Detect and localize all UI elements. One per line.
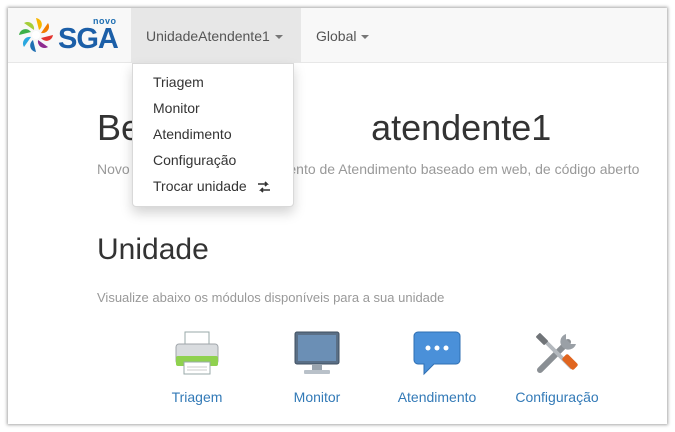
nav-global-dropdown[interactable]: Global [301,8,401,62]
module-triagem[interactable]: Triagem [142,328,252,405]
main-content: Be atendente1 Novo iamento de Atendiment… [8,63,667,424]
module-label: Atendimento [397,389,477,405]
module-label: Triagem [171,389,223,405]
nav-unidade-label: UnidadeAtendente1 [146,28,270,44]
menu-item-monitor[interactable]: Monitor [153,100,200,116]
sunburst-logo-icon [19,18,53,52]
module-atendimento[interactable]: Atendimento [382,328,492,405]
nav-global-label: Global [316,28,357,44]
menu-item-trocar-unidade[interactable]: Trocar unidade [153,178,271,194]
section-title: Unidade [97,233,209,266]
module-label: Monitor [293,389,341,405]
tools-icon [536,333,578,373]
menu-item-configuracao[interactable]: Configuração [153,152,236,168]
menu-item-label: Trocar unidade [153,178,247,194]
browser-window: novo SGA UnidadeAtendente1 Global Be ate… [8,8,667,424]
swap-icon [257,181,270,193]
app-logo[interactable]: novo SGA [18,14,128,56]
unidade-dropdown-menu: Triagem Monitor Atendimento Configuração… [132,63,294,207]
chat-bubble-icon [413,331,461,376]
module-monitor[interactable]: Monitor [262,328,372,405]
menu-item-triagem[interactable]: Triagem [153,74,204,90]
caret-down-icon [361,35,370,40]
printer-icon [175,331,219,375]
top-navbar: novo SGA UnidadeAtendente1 Global [8,8,667,63]
module-configuracao[interactable]: Configuração [502,328,612,405]
menu-item-atendimento[interactable]: Atendimento [153,126,232,142]
section-subtitle: Visualize abaixo os módulos disponíveis … [97,290,445,305]
module-label: Configuração [515,389,599,405]
monitor-icon [294,331,340,374]
caret-down-icon [274,35,283,40]
logo-sga-text: SGA [58,23,119,55]
nav-unidade-dropdown[interactable]: UnidadeAtendente1 [131,8,301,62]
